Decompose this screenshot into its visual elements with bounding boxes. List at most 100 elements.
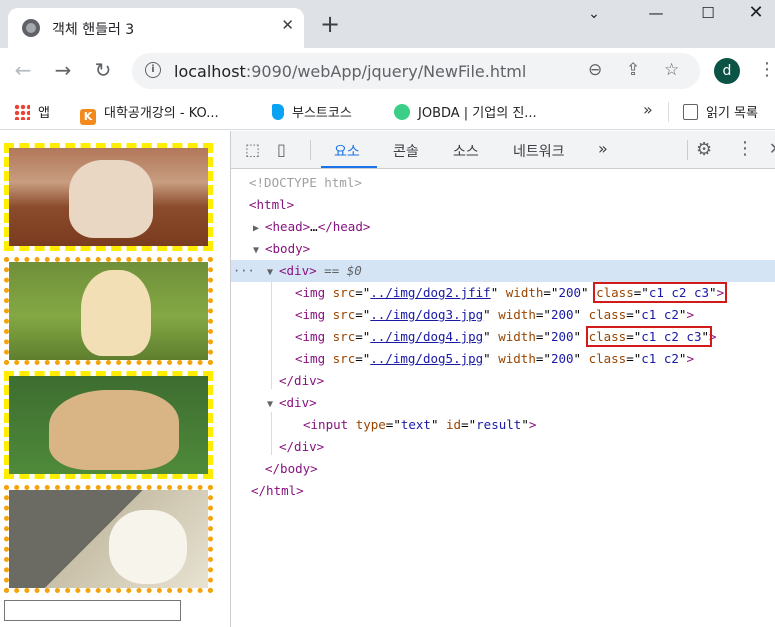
img-src-link[interactable]: ../img/dog4.jpg bbox=[370, 329, 483, 344]
dom-line-img[interactable]: <img src="../img/dog5.jpg" width="200" c… bbox=[231, 348, 775, 370]
img-class-value: c1 c2 c3 bbox=[641, 329, 702, 344]
devtools-divider bbox=[687, 140, 688, 160]
input-type-value: text bbox=[400, 417, 431, 432]
dog-image-4[interactable] bbox=[4, 485, 213, 593]
bookmarks-overflow-icon[interactable]: » bbox=[643, 100, 653, 119]
back-button[interactable]: ← bbox=[10, 58, 36, 82]
tab-sources[interactable]: 소스 bbox=[453, 141, 479, 161]
head-tag: <head> bbox=[265, 219, 311, 234]
dom-line-input[interactable]: <input type="text" id="result"> bbox=[231, 414, 775, 436]
bookmarks-divider bbox=[668, 102, 669, 122]
dom-line-div2[interactable]: ▼ <div> bbox=[231, 392, 775, 414]
dom-line-head[interactable]: ▶ <head>…</head> bbox=[231, 216, 775, 238]
body-tag: <body> bbox=[265, 241, 311, 256]
row-more-icon[interactable]: ··· bbox=[233, 260, 255, 282]
dom-line-body[interactable]: ▼ <body> bbox=[231, 238, 775, 260]
tab-search-icon[interactable]: ⌄ bbox=[574, 6, 614, 22]
img-class-value: c1 c2 bbox=[641, 307, 679, 322]
dog-photo bbox=[9, 376, 208, 474]
bookmark-apps[interactable]: 앱 bbox=[14, 102, 50, 121]
tab-close-icon[interactable]: ✕ bbox=[281, 16, 294, 34]
active-tab-indicator bbox=[321, 166, 377, 168]
device-toolbar-icon[interactable]: ▯ bbox=[277, 140, 286, 159]
url-path: :9090/webApp/jquery/NewFile.html bbox=[245, 62, 527, 81]
bookmarks-bar: 앱 K 대학공개강의 - KO... 부스트코스 JOBDA | 기업의 진...… bbox=[0, 94, 775, 130]
share-icon[interactable]: ⇪ bbox=[626, 60, 640, 80]
dom-line-img[interactable]: <img src="../img/dog4.jpg" width="200" c… bbox=[231, 326, 775, 348]
more-tabs-icon[interactable]: » bbox=[598, 139, 608, 158]
dom-line-div2-close[interactable]: </div> bbox=[231, 436, 775, 458]
dom-line-doctype[interactable]: <!DOCTYPE html> bbox=[231, 172, 775, 194]
bookmark-kocw[interactable]: K 대학공개강의 - KO... bbox=[80, 102, 219, 125]
img-width-value: 200 bbox=[550, 307, 574, 322]
tab-strip: 객체 핸들러 3 ✕ + ⌄ — ☐ ✕ bbox=[0, 0, 775, 48]
dog-image-1[interactable] bbox=[4, 143, 213, 251]
tab-elements[interactable]: 요소 bbox=[334, 141, 360, 161]
boostcourse-icon bbox=[272, 104, 284, 120]
bookmark-jobda[interactable]: JOBDA | 기업의 진... bbox=[394, 102, 537, 121]
window-close-button[interactable]: ✕ bbox=[736, 2, 775, 23]
reload-button[interactable]: ↻ bbox=[90, 58, 116, 82]
result-input[interactable] bbox=[4, 600, 181, 621]
div-close-tag: </div> bbox=[279, 373, 325, 388]
apps-grid-icon bbox=[14, 104, 30, 120]
dog-image-3[interactable] bbox=[4, 371, 213, 479]
url-host: localhost bbox=[174, 62, 246, 81]
bookmark-star-icon[interactable]: ☆ bbox=[664, 60, 679, 80]
doctype-text: <!DOCTYPE html> bbox=[249, 175, 362, 190]
new-tab-button[interactable]: + bbox=[320, 12, 340, 36]
dom-tree: <!DOCTYPE html> <html> ▶ <head>…</head> ▼… bbox=[231, 169, 775, 627]
devtools-close-icon[interactable]: ✕ bbox=[769, 139, 775, 158]
dom-line-body-close[interactable]: </body> bbox=[231, 458, 775, 480]
body-close-tag: </body> bbox=[265, 461, 318, 476]
bookmark-label: 앱 bbox=[38, 106, 50, 121]
img-class-value: c1 c2 bbox=[641, 351, 679, 366]
img-src-link[interactable]: ../img/dog3.jpg bbox=[370, 307, 483, 322]
html-tag: <html> bbox=[249, 197, 295, 212]
dom-line-html-close[interactable]: </html> bbox=[231, 480, 775, 502]
div-tag: <div> bbox=[279, 263, 317, 278]
img-width-value: 200 bbox=[550, 329, 574, 344]
img-class-value: c1 c2 c3 bbox=[648, 285, 710, 300]
reading-list-icon bbox=[683, 104, 698, 120]
img-src-link[interactable]: ../img/dog5.jpg bbox=[370, 351, 483, 366]
minimize-button[interactable]: — bbox=[636, 4, 676, 22]
bookmark-label: 읽기 목록 bbox=[706, 106, 758, 121]
site-info-icon[interactable]: i bbox=[145, 62, 161, 78]
highlighted-class-attr: class="c1 c2 c3" bbox=[585, 326, 713, 347]
gear-icon[interactable]: ⚙ bbox=[696, 139, 712, 160]
reading-list[interactable]: 읽기 목록 bbox=[683, 102, 758, 121]
dog-image-2[interactable] bbox=[4, 257, 213, 365]
devtools-divider bbox=[310, 140, 311, 160]
html-close-tag: </html> bbox=[251, 483, 304, 498]
bookmark-boostcourse[interactable]: 부스트코스 bbox=[272, 102, 352, 121]
address-bar[interactable]: i localhost:9090/webApp/jquery/NewFile.h… bbox=[132, 53, 700, 89]
head-ellipsis: … bbox=[310, 219, 318, 234]
collapse-triangle-icon[interactable]: ▼ bbox=[267, 394, 279, 416]
profile-avatar[interactable]: d bbox=[714, 58, 740, 84]
collapse-triangle-icon[interactable]: ▼ bbox=[267, 262, 279, 284]
url-text[interactable]: localhost:9090/webApp/jquery/NewFile.htm… bbox=[174, 62, 526, 81]
maximize-button[interactable]: ☐ bbox=[688, 4, 728, 22]
dom-line-div-selected[interactable]: ··· ▼ <div> == $0 bbox=[231, 260, 775, 282]
dom-line-html[interactable]: <html> bbox=[231, 194, 775, 216]
browser-menu-icon[interactable]: ⋮ bbox=[758, 59, 775, 80]
tab-network[interactable]: 네트워크 bbox=[513, 141, 565, 161]
dom-line-img[interactable]: <img src="../img/dog3.jpg" width="200" c… bbox=[231, 304, 775, 326]
globe-icon bbox=[22, 19, 40, 37]
head-close-tag: </head> bbox=[317, 219, 371, 234]
img-src-link[interactable]: ../img/dog2.jfif bbox=[370, 285, 490, 300]
expand-triangle-icon[interactable]: ▶ bbox=[253, 218, 265, 240]
browser-tab-active[interactable]: 객체 핸들러 3 ✕ bbox=[8, 8, 304, 48]
tab-console[interactable]: 콘솔 bbox=[393, 141, 419, 161]
dom-line-img[interactable]: <img src="../img/dog2.jfif" width="200" … bbox=[231, 282, 775, 304]
zoom-icon[interactable]: ⊖ bbox=[588, 60, 602, 80]
forward-button[interactable]: → bbox=[50, 58, 76, 82]
dom-line-div-close[interactable]: </div> bbox=[231, 370, 775, 392]
kocw-icon: K bbox=[80, 109, 96, 125]
collapse-triangle-icon[interactable]: ▼ bbox=[253, 240, 265, 262]
inspect-element-icon[interactable]: ⬚ bbox=[245, 140, 260, 159]
devtools-menu-icon[interactable]: ⋮ bbox=[736, 138, 754, 159]
devtools-panel: ⬚ ▯ 요소 콘솔 소스 네트워크 » ⚙ ⋮ ✕ <!DOCTYPE html… bbox=[230, 131, 775, 627]
selected-marker: == $0 bbox=[324, 263, 362, 278]
